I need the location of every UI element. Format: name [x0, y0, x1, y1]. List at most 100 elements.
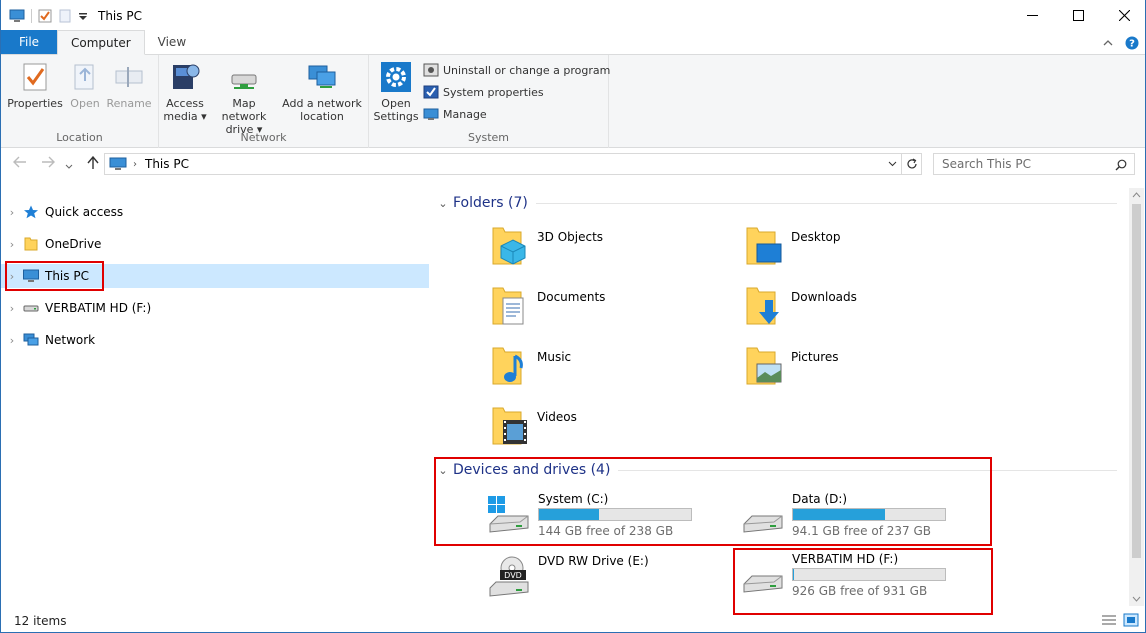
- folder-name: Videos: [537, 410, 577, 424]
- svg-text:?: ?: [1129, 39, 1135, 50]
- network-location-icon: [308, 65, 336, 88]
- refresh-button[interactable]: [901, 154, 921, 174]
- nav-label: Network: [45, 333, 96, 347]
- folder-3d-objects[interactable]: 3D Objects: [491, 224, 731, 276]
- access-media-label-2: media ▾: [163, 110, 207, 123]
- uninstall-program-button[interactable]: Uninstall or change a program: [423, 60, 610, 80]
- 3d-objects-icon: [492, 227, 526, 265]
- open-settings-button[interactable]: Open Settings: [373, 61, 419, 123]
- details-view-icon[interactable]: [1101, 614, 1117, 626]
- minimize-button[interactable]: [1009, 0, 1055, 31]
- forward-arrow-icon: [42, 156, 55, 168]
- manage-label: Manage: [443, 107, 487, 121]
- maximize-button[interactable]: [1055, 0, 1101, 31]
- manage-icon: [423, 108, 439, 120]
- customize-toolbar-icon[interactable]: [78, 9, 88, 23]
- ribbon-tabs: File Computer View ?: [1, 30, 1145, 55]
- folder-desktop[interactable]: Desktop: [745, 224, 985, 276]
- location-group: Properties Open Rename Location: [1, 55, 159, 148]
- breadcrumb-separator-icon[interactable]: ›: [133, 159, 137, 170]
- back-button[interactable]: [13, 156, 27, 172]
- folders-section-header[interactable]: ⌄ Folders (7): [433, 191, 1123, 215]
- collapse-ribbon-icon[interactable]: [1103, 39, 1113, 47]
- file-explorer-window: This PC File Computer View ? Properties …: [0, 0, 1146, 633]
- access-media-button[interactable]: Access media ▾: [163, 61, 207, 123]
- scroll-down-icon[interactable]: [1132, 596, 1141, 602]
- desktop-icon: [746, 227, 782, 265]
- nav-item-onedrive[interactable]: › OneDrive: [1, 232, 429, 256]
- collapse-chevron-icon[interactable]: ⌄: [433, 197, 453, 210]
- nav-item-network[interactable]: › Network: [1, 328, 429, 352]
- search-icon[interactable]: [1115, 159, 1127, 171]
- properties-button[interactable]: Properties: [7, 61, 63, 110]
- system-properties-icon: [423, 85, 439, 99]
- system-properties-button[interactable]: System properties: [423, 82, 544, 102]
- help-icon[interactable]: ?: [1125, 36, 1139, 50]
- nav-label: OneDrive: [45, 237, 102, 251]
- map-network-drive-button[interactable]: Map network drive ▾: [209, 61, 279, 136]
- folder-music[interactable]: Music: [491, 344, 731, 396]
- tab-view[interactable]: View: [145, 30, 199, 54]
- rename-label: Rename: [106, 97, 152, 110]
- up-button[interactable]: [87, 155, 99, 174]
- toolbar-divider: [31, 8, 32, 23]
- close-button[interactable]: [1101, 0, 1145, 31]
- usb-drive-icon: [23, 305, 39, 312]
- expand-chevron-icon[interactable]: ›: [1, 238, 23, 251]
- address-dropdown-icon[interactable]: [888, 161, 897, 167]
- drive-dvd-rw-e[interactable]: DVD DVD RW Drive (E:): [486, 550, 746, 606]
- maximize-icon: [1072, 10, 1084, 21]
- manage-button[interactable]: Manage: [423, 104, 487, 124]
- expand-chevron-icon[interactable]: ›: [1, 302, 23, 315]
- rename-button[interactable]: Rename: [105, 61, 153, 110]
- open-settings-label-2: Settings: [373, 110, 419, 123]
- highlight-box-devices: [434, 457, 992, 546]
- network-group: Access media ▾ Map network drive ▾ Add a…: [159, 55, 369, 148]
- forward-button[interactable]: [41, 156, 55, 172]
- open-label: Open: [70, 97, 100, 110]
- vertical-scrollbar[interactable]: [1129, 188, 1144, 606]
- properties-check-icon: [23, 63, 47, 91]
- folder-pictures[interactable]: Pictures: [745, 344, 985, 396]
- address-bar-row: › This PC Search This PC: [1, 148, 1145, 180]
- tab-file[interactable]: File: [1, 30, 57, 54]
- nav-label: Quick access: [45, 205, 124, 219]
- folder-icon: [24, 237, 38, 251]
- breadcrumb-this-pc[interactable]: This PC: [145, 157, 189, 171]
- scrollbar-thumb[interactable]: [1132, 204, 1141, 558]
- nav-item-verbatim-hd[interactable]: › VERBATIM HD (F:): [1, 296, 429, 320]
- network-drive-icon: [231, 74, 257, 89]
- map-drive-label-1: Map network: [221, 97, 267, 123]
- item-count: 12 items: [14, 613, 67, 628]
- quick-access-toolbar: [9, 8, 88, 23]
- back-arrow-icon: [13, 156, 26, 168]
- expand-chevron-icon[interactable]: ›: [1, 334, 23, 347]
- add-network-location-button[interactable]: Add a network location: [281, 61, 363, 123]
- uninstall-label: Uninstall or change a program: [443, 63, 611, 77]
- open-button[interactable]: Open: [65, 61, 105, 110]
- videos-film-icon: [492, 407, 527, 445]
- folder-videos[interactable]: Videos: [491, 404, 731, 456]
- search-input[interactable]: Search This PC: [933, 153, 1135, 175]
- section-divider: [535, 202, 1117, 204]
- large-icons-view-icon[interactable]: [1123, 613, 1139, 627]
- tab-computer[interactable]: Computer: [57, 30, 145, 55]
- computer-icon: [9, 9, 25, 22]
- folder-downloads[interactable]: Downloads: [745, 284, 985, 336]
- properties-icon[interactable]: [38, 9, 52, 23]
- downloads-icon: [746, 287, 779, 325]
- scroll-up-icon[interactable]: [1132, 192, 1141, 198]
- address-box[interactable]: › This PC: [104, 153, 922, 175]
- new-folder-icon[interactable]: [58, 9, 72, 23]
- recent-locations-button[interactable]: [65, 158, 73, 174]
- navigation-pane: › Quick access › OneDrive › This PC › VE…: [1, 188, 429, 606]
- folder-name: Desktop: [791, 230, 841, 244]
- network-group-label: Network: [240, 131, 287, 144]
- nav-item-quick-access[interactable]: › Quick access: [1, 200, 429, 224]
- folder-name: Pictures: [791, 350, 839, 364]
- highlight-box-this-pc: [5, 261, 104, 291]
- up-arrow-icon: [87, 155, 99, 169]
- status-bar: 12 items: [1, 608, 1145, 632]
- folder-documents[interactable]: Documents: [491, 284, 731, 336]
- expand-chevron-icon[interactable]: ›: [1, 206, 23, 219]
